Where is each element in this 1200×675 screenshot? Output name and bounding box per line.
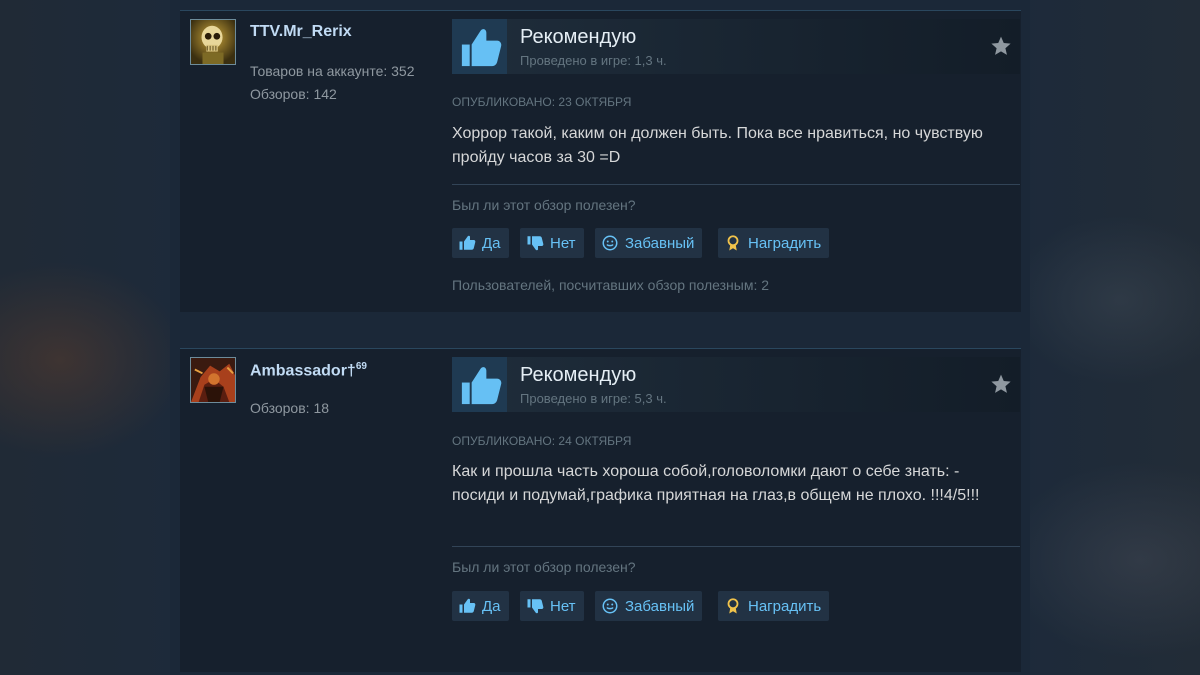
author-name[interactable]: TTV.Mr_Rerix <box>250 23 352 41</box>
vote-header[interactable]: Рекомендую Проведено в игре: 1,3 ч. <box>452 19 1020 74</box>
award-label: Наградить <box>748 597 822 615</box>
divider <box>452 546 1020 547</box>
divider <box>452 184 1020 185</box>
thumbs-up-icon <box>459 235 476 250</box>
helpful-count: Пользователей, посчитавших обзор полезны… <box>452 277 770 293</box>
playtime: Проведено в игре: 5,3 ч. <box>520 391 667 406</box>
thumbs-up-icon <box>452 19 507 74</box>
helpful-question: Был ли этот обзор полезен? <box>452 559 636 575</box>
vote-yes-label: Да <box>482 597 501 615</box>
review-text: Как и прошла часть хороша собой,головоло… <box>452 463 980 504</box>
star-icon[interactable] <box>990 35 1012 57</box>
author-name-text: TTV.Mr_Rerix <box>250 23 352 40</box>
thumbs-down-icon <box>527 236 544 251</box>
review-card: Ambassador†69 Обзоров: 18 Рекомендую Про… <box>180 348 1021 672</box>
smiley-icon <box>602 598 618 614</box>
skull-avatar-icon[interactable] <box>190 19 236 65</box>
vote-no-button[interactable]: Нет <box>520 591 584 621</box>
vote-yes-button[interactable]: Да <box>452 591 509 621</box>
vote-no-label: Нет <box>550 597 576 615</box>
vote-title: Рекомендую <box>520 364 637 386</box>
posted-date: Опубликовано: 23 октября <box>452 95 632 109</box>
posted-date: Опубликовано: 24 октября <box>452 434 632 448</box>
thumbs-down-icon <box>527 599 544 614</box>
vote-title: Рекомендую <box>520 26 637 48</box>
vote-funny-button[interactable]: Забавный <box>595 591 703 621</box>
vote-no-label: Нет <box>550 234 576 252</box>
award-button[interactable]: Наградить <box>718 228 830 258</box>
award-medal-icon <box>727 235 739 251</box>
author-name-text: Ambassador† <box>250 362 356 380</box>
smiley-icon <box>602 235 618 251</box>
author-reviews-count[interactable]: Обзоров: 18 <box>250 400 329 416</box>
author-name[interactable]: Ambassador†69 <box>250 361 367 380</box>
award-medal-icon <box>727 598 739 614</box>
author-level-badge: 69 <box>355 361 367 372</box>
author-products-count[interactable]: Товаров на аккаунте: 352 <box>250 63 415 79</box>
star-icon[interactable] <box>990 373 1012 395</box>
review-card: TTV.Mr_Rerix Товаров на аккаунте: 352 Об… <box>180 10 1021 312</box>
vote-funny-label: Забавный <box>625 597 695 615</box>
thumbs-up-icon <box>459 598 476 613</box>
award-label: Наградить <box>748 234 822 252</box>
playtime: Проведено в игре: 1,3 ч. <box>520 53 667 68</box>
vote-header[interactable]: Рекомендую Проведено в игре: 5,3 ч. <box>452 357 1020 412</box>
vote-funny-label: Забавный <box>625 234 695 252</box>
character-avatar-icon[interactable] <box>190 357 236 403</box>
vote-no-button[interactable]: Нет <box>520 228 584 258</box>
review-text: Хоррор такой, каким он должен быть. Пока… <box>452 125 983 166</box>
vote-yes-label: Да <box>482 234 501 252</box>
vote-funny-button[interactable]: Забавный <box>595 228 703 258</box>
award-button[interactable]: Наградить <box>718 591 830 621</box>
author-reviews-count[interactable]: Обзоров: 142 <box>250 86 337 102</box>
vote-yes-button[interactable]: Да <box>452 228 509 258</box>
helpful-question: Был ли этот обзор полезен? <box>452 197 636 213</box>
thumbs-up-icon <box>452 357 507 412</box>
